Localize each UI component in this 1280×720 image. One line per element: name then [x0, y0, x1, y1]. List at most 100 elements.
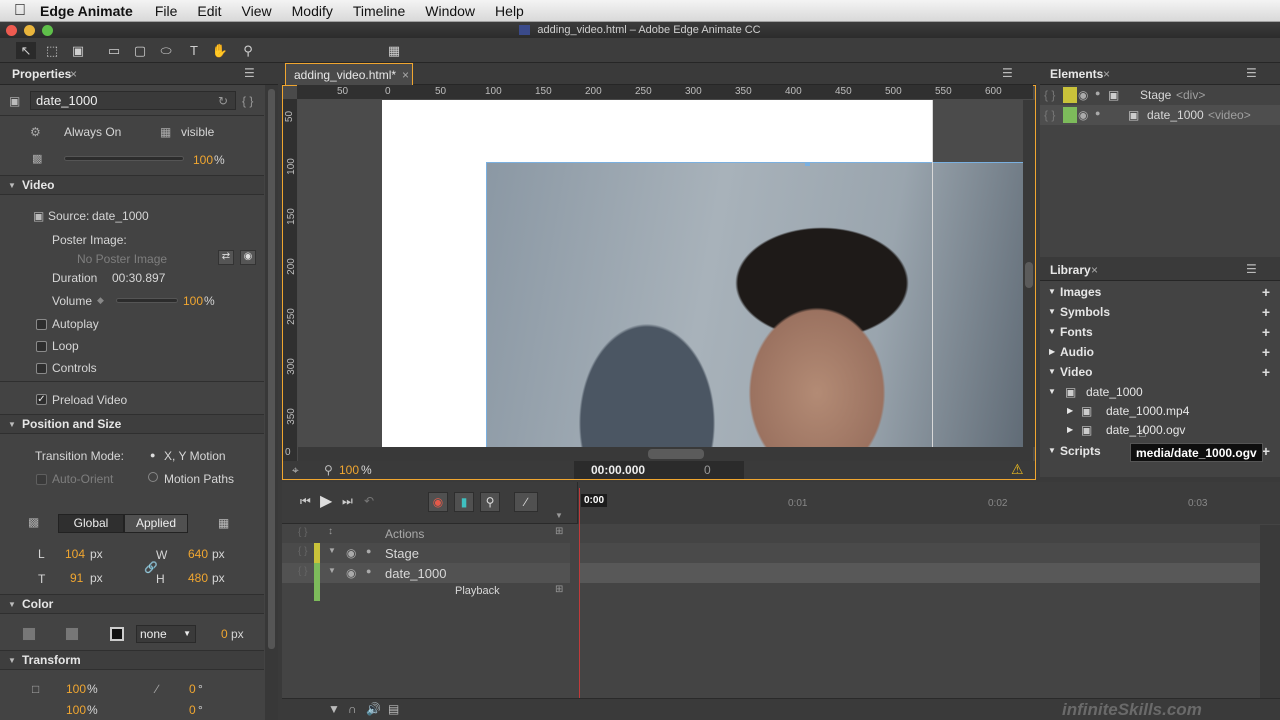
volume-value[interactable]: 100 — [183, 294, 203, 308]
layout-preset-icon[interactable]: ▦ — [218, 516, 229, 530]
library-section-symbols[interactable]: ▼ Symbols + — [1040, 302, 1280, 322]
video-element-date-1000[interactable] — [486, 162, 1033, 447]
crosshair-icon[interactable]: ⌖ — [292, 463, 299, 478]
menu-view[interactable]: View — [242, 3, 272, 19]
add-action-icon[interactable]: ⊞ — [555, 526, 563, 537]
rectangle-tool-icon[interactable]: ▭ — [104, 42, 124, 59]
loop-checkbox[interactable] — [36, 341, 47, 352]
transform-section-header[interactable]: ▼ Transform — [0, 650, 264, 670]
apple-icon[interactable]:  — [0, 2, 40, 20]
minimize-window-button[interactable] — [24, 25, 35, 36]
play-icon[interactable]: ▶ — [320, 491, 332, 511]
global-button[interactable]: Global — [58, 514, 124, 533]
zoom-value[interactable]: 100 — [339, 463, 359, 477]
close-tab-icon[interactable]: × — [1103, 67, 1110, 81]
add-icon[interactable]: + — [1262, 441, 1270, 461]
add-icon[interactable]: + — [1262, 302, 1270, 322]
zoom-tool-icon[interactable]: ⚲ — [238, 42, 258, 59]
rounded-rectangle-tool-icon[interactable]: ▢ — [130, 42, 150, 59]
selection-tool-icon[interactable]: ↖ — [16, 42, 36, 59]
timecode-value[interactable]: 00:00.000 — [591, 463, 645, 477]
code-braces-icon[interactable]: { } — [298, 566, 307, 577]
menu-edit[interactable]: Edit — [197, 3, 221, 19]
library-section-video[interactable]: ▼ Video + — [1040, 362, 1280, 382]
opacity-value[interactable]: 100 — [193, 153, 213, 167]
library-item-mp4[interactable]: ▶ ▣ date_1000.mp4 — [1040, 401, 1280, 421]
motion-paths-radio[interactable] — [148, 472, 158, 482]
menu-window[interactable]: Window — [425, 3, 475, 19]
time-ruler[interactable]: 0:01 0:02 0:03 0:00 — [577, 482, 1280, 524]
add-action-icon[interactable]: ⊞ — [555, 584, 563, 595]
library-section-audio[interactable]: ▶ Audio + — [1040, 342, 1280, 362]
always-on-dropdown[interactable]: Always On — [64, 125, 121, 139]
auto-orient-checkbox[interactable] — [36, 474, 47, 485]
collapse-triangle-icon[interactable]: ▼ — [328, 566, 336, 575]
eye-icon[interactable]: ◉ — [1078, 108, 1088, 122]
clipping-tool-icon[interactable]: ▣ — [68, 42, 88, 59]
eye-icon[interactable]: ◉ — [346, 546, 356, 560]
background-color-swatch[interactable] — [22, 627, 36, 641]
add-icon[interactable]: + — [1262, 342, 1270, 362]
scale-x-value[interactable]: 100 — [66, 682, 86, 696]
code-braces-icon[interactable]: { } — [1044, 108, 1055, 122]
menu-timeline[interactable]: Timeline — [353, 3, 405, 19]
panel-menu-icon[interactable]: ☰ — [244, 66, 255, 80]
transform-origin-icon[interactable]: ▩ — [28, 515, 39, 529]
add-icon[interactable]: + — [1262, 322, 1270, 342]
library-section-fonts[interactable]: ▼ Fonts + — [1040, 322, 1280, 342]
return-icon[interactable]: ↶ — [364, 494, 374, 508]
options-arrow-icon[interactable]: ▼ — [555, 511, 563, 520]
video-track[interactable] — [580, 563, 1260, 583]
panel-menu-icon[interactable]: ☰ — [1002, 66, 1013, 80]
library-section-images[interactable]: ▼ Images + — [1040, 282, 1280, 302]
volume-slider[interactable] — [116, 298, 178, 303]
timeline-vertical-scrollbar[interactable] — [1260, 525, 1280, 705]
auto-transition-icon[interactable]: ▮ — [454, 492, 474, 512]
add-icon[interactable]: + — [1262, 282, 1270, 302]
code-braces-icon[interactable]: { } — [298, 527, 307, 538]
playhead-line[interactable] — [579, 488, 580, 698]
video-section-header[interactable]: ▼ Video — [0, 175, 264, 195]
auto-keyframe-icon[interactable]: ◉ — [428, 492, 448, 512]
preload-checkbox[interactable]: ✓ — [36, 394, 47, 405]
grid-toggle-icon[interactable]: ▤ — [388, 702, 399, 716]
lock-dot-icon[interactable]: ● — [366, 546, 371, 556]
menu-app-name[interactable]: Edge Animate — [40, 3, 133, 19]
lock-dot-icon[interactable]: ● — [1095, 108, 1100, 118]
timeline-row-actions[interactable]: { } ↕ Actions ⊞ — [282, 525, 570, 542]
skew-y-value[interactable]: 0 — [189, 703, 196, 717]
menu-modify[interactable]: Modify — [292, 3, 333, 19]
panel-menu-icon[interactable]: ☰ — [1246, 66, 1257, 80]
text-tool-icon[interactable]: T — [184, 42, 204, 59]
stage-track[interactable] — [580, 543, 1260, 563]
element-row-video[interactable]: { } ◉ ● ▣ date_1000 <video> — [1040, 105, 1280, 125]
scale-y-value[interactable]: 100 — [66, 703, 86, 717]
close-tab-icon[interactable]: × — [70, 67, 77, 81]
applied-button[interactable]: Applied — [124, 514, 188, 533]
menu-file[interactable]: File — [155, 3, 178, 19]
lock-dot-icon[interactable]: ● — [366, 566, 371, 576]
keyframe-diamond-icon[interactable]: ◆ — [97, 295, 104, 306]
left-value[interactable]: 104 — [65, 547, 85, 561]
easing-icon[interactable]: ∕ — [514, 492, 538, 512]
stage-horizontal-scrollbar[interactable] — [298, 447, 1033, 461]
go-to-start-icon[interactable]: ⏮ — [300, 494, 311, 509]
code-braces-icon[interactable]: { } — [298, 546, 307, 557]
xy-motion-radio[interactable]: ● — [150, 450, 155, 460]
border-style-dropdown[interactable]: none ▼ — [136, 625, 196, 643]
height-value[interactable]: 480 — [188, 571, 208, 585]
snap-icon[interactable]: ∩ — [348, 702, 357, 716]
opacity-slider[interactable] — [64, 156, 184, 161]
close-window-button[interactable] — [6, 25, 17, 36]
stage-canvas[interactable] — [298, 100, 1033, 447]
speaker-icon[interactable]: 🔊 — [366, 702, 381, 716]
position-section-header[interactable]: ▼ Position and Size — [0, 414, 264, 434]
timeline-row-playback[interactable]: Playback ⊞ — [282, 583, 570, 601]
lock-dot-icon[interactable]: ● — [1095, 88, 1100, 98]
library-item-video-group[interactable]: ▼ ▣ date_1000 — [1040, 382, 1280, 402]
eye-icon[interactable]: ◉ — [346, 566, 356, 580]
code-braces-icon[interactable]: { } — [1044, 88, 1055, 102]
collapse-triangle-icon[interactable]: ▼ — [328, 546, 336, 555]
width-value[interactable]: 640 — [188, 547, 208, 561]
properties-scrollbar[interactable] — [265, 85, 278, 720]
